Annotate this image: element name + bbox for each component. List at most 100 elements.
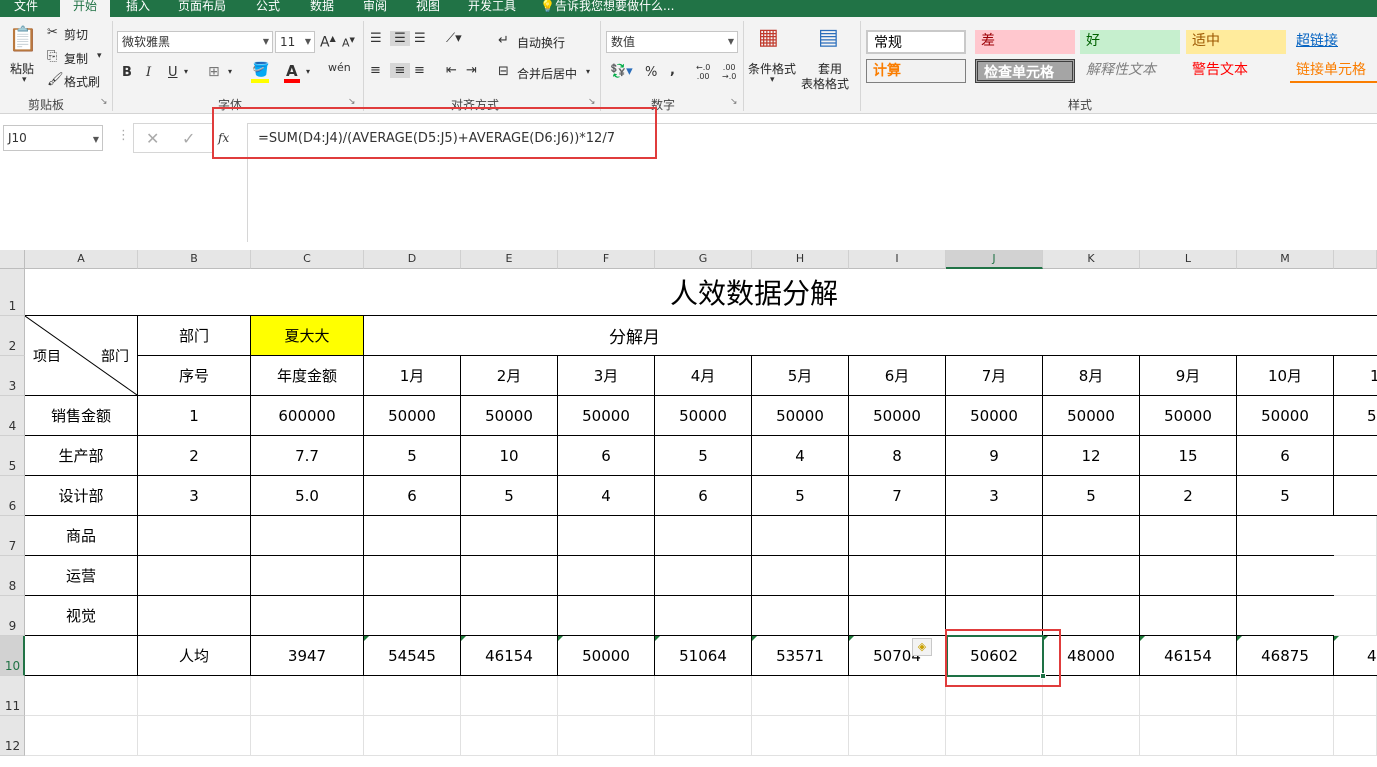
grid-cell[interactable]: [752, 716, 849, 756]
cell-style-8[interactable]: 解释性文本: [1080, 59, 1180, 83]
row-label-r7[interactable]: 商品: [25, 516, 138, 556]
decrease-indent-icon[interactable]: ⇤: [446, 63, 457, 78]
enter-button[interactable]: ✓: [182, 129, 195, 148]
currency-icon[interactable]: 💱▾: [610, 64, 633, 79]
column-header-B[interactable]: B: [138, 250, 251, 269]
comma-button[interactable]: ,: [670, 63, 675, 78]
data-cell-r6-6[interactable]: 7: [849, 476, 946, 516]
align-center-icon[interactable]: ≡: [390, 63, 410, 78]
grid-cell[interactable]: [946, 716, 1043, 756]
decrease-decimal-button[interactable]: .00 →.0: [722, 63, 736, 81]
table-format-button[interactable]: 表格格式: [801, 75, 849, 92]
tab-insert[interactable]: 插入: [118, 0, 158, 17]
column-header-C[interactable]: C: [251, 250, 364, 269]
column-header-K[interactable]: K: [1043, 250, 1140, 269]
increase-font-size-button[interactable]: A▲: [320, 34, 336, 51]
name-box[interactable]: J10 ▼: [3, 125, 103, 151]
row-header-4[interactable]: 4: [0, 396, 25, 436]
empty-cell[interactable]: [364, 516, 461, 556]
empty-cell[interactable]: [251, 556, 364, 596]
empty-cell[interactable]: [364, 596, 461, 636]
column-header-H[interactable]: H: [752, 250, 849, 269]
month-header-11[interactable]: 1: [1334, 356, 1377, 396]
data-cell-r5-8[interactable]: 12: [1043, 436, 1140, 476]
italic-button[interactable]: I: [146, 65, 151, 80]
tab-file[interactable]: 文件: [0, 0, 52, 17]
row-header-11[interactable]: 11: [0, 676, 25, 716]
align-right-icon[interactable]: ≡: [414, 63, 425, 78]
empty-cell[interactable]: [251, 596, 364, 636]
grid-cell[interactable]: [461, 676, 558, 716]
cell-style-9[interactable]: 警告文本: [1186, 59, 1286, 83]
data-cell-r5-11[interactable]: [1334, 436, 1377, 476]
empty-cell[interactable]: [1140, 596, 1237, 636]
tab-home[interactable]: 开始: [60, 0, 110, 17]
align-middle-icon[interactable]: ☰: [390, 31, 410, 46]
chevron-down-icon[interactable]: ▾: [22, 75, 27, 85]
grid-cell[interactable]: [849, 676, 946, 716]
data-cell-r6-2[interactable]: 5: [461, 476, 558, 516]
phonetic-icon[interactable]: wén: [328, 61, 351, 74]
row-label-r9[interactable]: 视觉: [25, 596, 138, 636]
data-cell-r4-6[interactable]: 50000: [849, 396, 946, 436]
empty-cell[interactable]: [655, 556, 752, 596]
empty-cell[interactable]: [752, 596, 849, 636]
number-format-select[interactable]: 数值 ▼: [606, 31, 738, 53]
data-cell-r5-4[interactable]: 5: [655, 436, 752, 476]
cell-C3[interactable]: 年度金额: [251, 356, 364, 396]
row-label-r8[interactable]: 运营: [25, 556, 138, 596]
underline-button[interactable]: U: [168, 65, 178, 80]
cell-B10[interactable]: 人均: [138, 636, 251, 676]
month-header-7[interactable]: 7月: [946, 356, 1043, 396]
chevron-down-icon[interactable]: ▾: [97, 51, 102, 61]
cell-C10[interactable]: 3947: [251, 636, 364, 676]
empty-cell[interactable]: [1043, 556, 1140, 596]
grid-cell[interactable]: [1334, 596, 1377, 636]
grid-cell[interactable]: [849, 716, 946, 756]
empty-cell[interactable]: [1140, 516, 1237, 556]
increase-indent-icon[interactable]: ⇥: [466, 63, 477, 78]
wrap-text-button[interactable]: 自动换行: [517, 34, 565, 51]
row-label-r5[interactable]: 生产部: [25, 436, 138, 476]
empty-cell[interactable]: [461, 596, 558, 636]
empty-cell[interactable]: [138, 596, 251, 636]
per-capita-cell-1[interactable]: 54545: [364, 636, 461, 676]
cell-B3[interactable]: 序号: [138, 356, 251, 396]
chevron-down-icon[interactable]: ▾: [770, 75, 775, 85]
column-header-I[interactable]: I: [849, 250, 946, 269]
data-cell-r4-9[interactable]: 50000: [1140, 396, 1237, 436]
column-header-M[interactable]: M: [1237, 250, 1334, 269]
increase-decimal-button[interactable]: ←.0 .00: [696, 63, 710, 81]
chevron-down-icon[interactable]: ▾: [586, 67, 590, 76]
row-label-r4[interactable]: 销售金额: [25, 396, 138, 436]
data-cell-r4-11[interactable]: 50: [1334, 396, 1377, 436]
cell-C-r5[interactable]: 7.7: [251, 436, 364, 476]
month-header-2[interactable]: 2月: [461, 356, 558, 396]
dialog-launcher-icon[interactable]: ↘: [730, 97, 738, 107]
cell-B2[interactable]: 部门: [138, 316, 251, 356]
data-cell-r5-6[interactable]: 8: [849, 436, 946, 476]
empty-cell[interactable]: [1140, 556, 1237, 596]
column-header-L[interactable]: L: [1140, 250, 1237, 269]
row-header-8[interactable]: 8: [0, 556, 25, 596]
row-header-12[interactable]: 12: [0, 716, 25, 756]
font-color-button[interactable]: A: [286, 62, 298, 80]
chevron-down-icon[interactable]: ▾: [306, 67, 310, 76]
cell-style-6[interactable]: 计算: [866, 59, 966, 83]
cell-style-3[interactable]: 好: [1080, 30, 1180, 54]
empty-cell[interactable]: [251, 516, 364, 556]
cell-style-4[interactable]: 适中: [1186, 30, 1286, 54]
column-header-E[interactable]: E: [461, 250, 558, 269]
cancel-button[interactable]: ✕: [146, 129, 159, 148]
data-cell-r4-4[interactable]: 50000: [655, 396, 752, 436]
empty-cell[interactable]: [138, 516, 251, 556]
data-cell-r5-3[interactable]: 6: [558, 436, 655, 476]
per-capita-cell-3[interactable]: 50000: [558, 636, 655, 676]
month-header-9[interactable]: 9月: [1140, 356, 1237, 396]
empty-cell[interactable]: [1237, 596, 1334, 636]
cell-B-r4[interactable]: 1: [138, 396, 251, 436]
cell-C-r6[interactable]: 5.0: [251, 476, 364, 516]
data-cell-r6-7[interactable]: 3: [946, 476, 1043, 516]
cell-C2[interactable]: 夏大大: [251, 316, 364, 356]
data-cell-r5-2[interactable]: 10: [461, 436, 558, 476]
